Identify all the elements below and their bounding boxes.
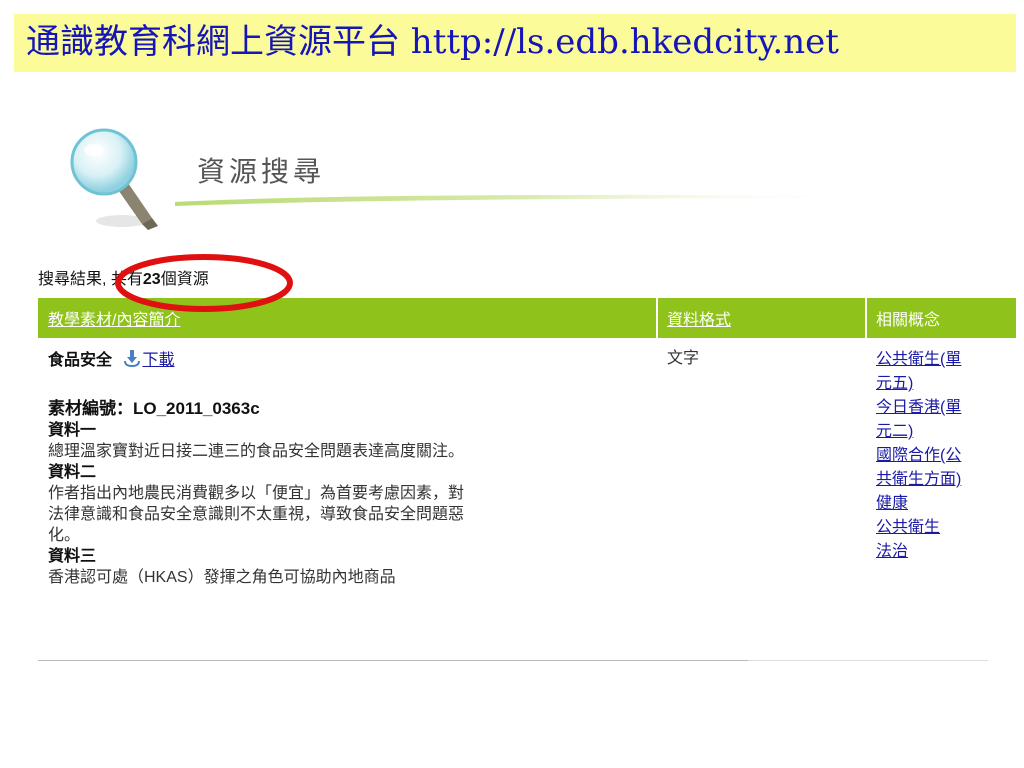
highlight-circle bbox=[115, 254, 293, 312]
related-concepts-list: 公共衛生(單元五) 今日香港(單元二) 國際合作(公共衛生方面) 健康 公共衛生… bbox=[876, 348, 976, 564]
column-divider bbox=[656, 298, 658, 338]
title-underline-swoosh bbox=[175, 194, 875, 206]
concept-link[interactable]: 健康 bbox=[876, 492, 976, 516]
column-divider bbox=[865, 298, 867, 338]
section-text: 香港認可處（HKAS）發揮之角色可協助內地商品 bbox=[48, 569, 396, 586]
data-format-value: 文字 bbox=[667, 350, 700, 367]
section-heading: 資料三 bbox=[48, 548, 97, 565]
concept-link[interactable]: 今日香港(單元二) bbox=[876, 396, 976, 444]
header-format-link[interactable]: 資料格式 bbox=[667, 306, 731, 330]
row-divider bbox=[748, 660, 988, 661]
magnifying-glass-icon bbox=[70, 128, 158, 230]
row-divider bbox=[38, 660, 748, 661]
banner-title: 通識教育科網上資源平台 http://ls.edb.hkedcity.net bbox=[26, 22, 839, 62]
section-heading: 資料一 bbox=[48, 422, 97, 439]
section-heading: 資料二 bbox=[48, 464, 97, 481]
material-description: 素材編號：LO_2011_0363c 資料一 總理溫家寶對近日接二連三的食品安全… bbox=[48, 398, 478, 588]
material-code: 素材編號：LO_2011_0363c bbox=[48, 399, 260, 418]
concept-link[interactable]: 國際合作(公共衛生方面) bbox=[876, 444, 976, 492]
concept-link[interactable]: 公共衛生 bbox=[876, 516, 976, 540]
concept-link[interactable]: 公共衛生(單元五) bbox=[876, 348, 976, 396]
section-title: 資源搜尋 bbox=[197, 155, 326, 188]
table-row-title: 食品安全 下載 bbox=[48, 348, 174, 374]
section-text: 總理溫家寶對近日接二連三的食品安全問題表達高度關注。 bbox=[48, 443, 465, 460]
material-title: 食品安全 bbox=[48, 352, 113, 369]
section-text: 作者指出內地農民消費觀多以「便宜」為首要考慮因素，對法律意識和食品安全意識則不太… bbox=[48, 485, 465, 544]
header-concepts: 相關概念 bbox=[876, 312, 941, 329]
title-banner: 通識教育科網上資源平台 http://ls.edb.hkedcity.net bbox=[14, 14, 1016, 72]
download-link[interactable]: 下載 bbox=[142, 352, 174, 369]
concept-link[interactable]: 法治 bbox=[876, 540, 976, 564]
download-arrow-icon[interactable] bbox=[122, 348, 142, 374]
